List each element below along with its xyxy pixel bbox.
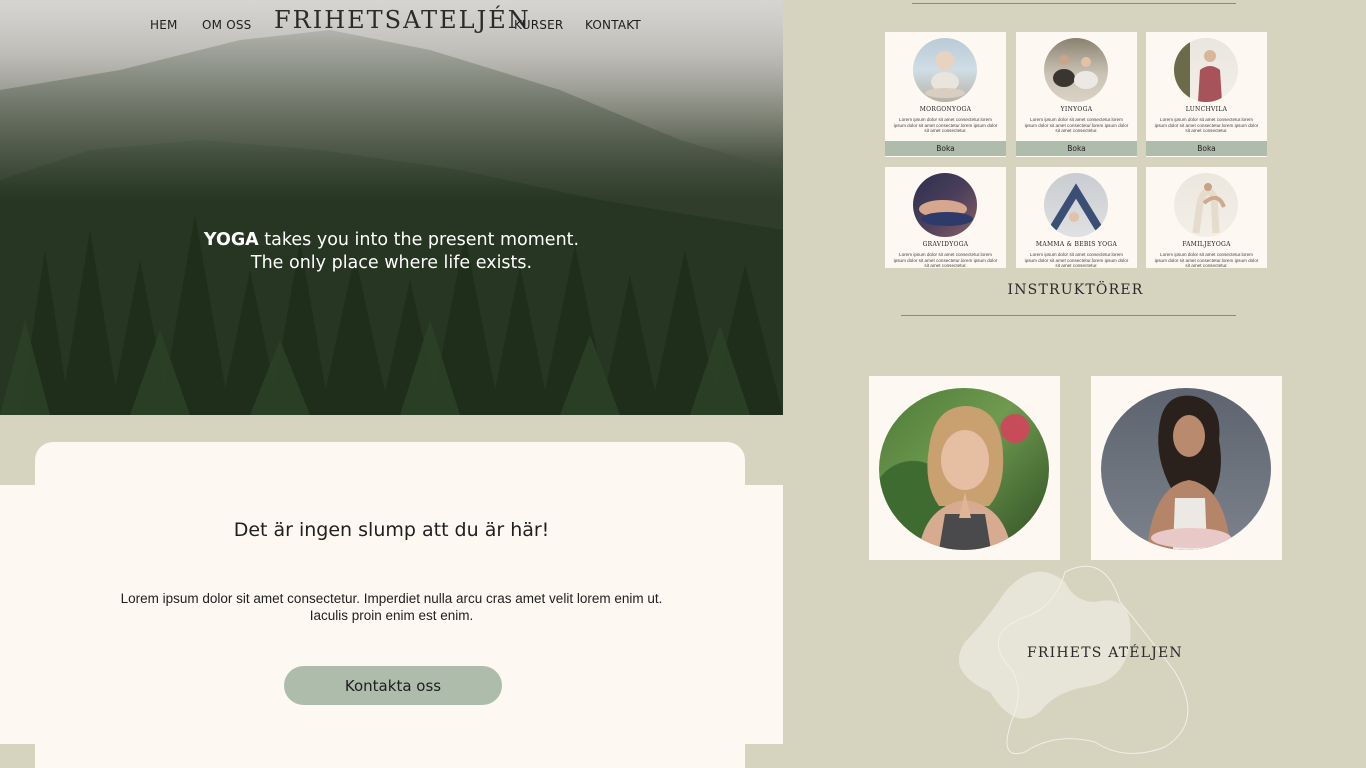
nav-link-hem[interactable]: HEM [150, 18, 178, 32]
hero-tagline-line2: The only place where life exists. [250, 253, 533, 273]
site-logo[interactable]: FRIHETSATELJÉN [274, 6, 531, 34]
course-name: YINYOGA [1060, 106, 1093, 113]
section-divider [912, 3, 1236, 4]
course-description: Lorem ipsum dolor sit amet consectetur.l… [1154, 252, 1259, 268]
course-photo [913, 38, 977, 102]
instructor-photo [1101, 388, 1271, 550]
course-photo [1174, 173, 1238, 237]
instructors-preview: INSTRUKTÖRER FRIHETS ATÉLJEN [785, 270, 1366, 768]
top-navigation: HEM OM OSS FRIHETSATELJÉN KURSER KONTAKT [0, 0, 783, 50]
courses-preview: MORGONYOGA Lorem ipsum dolor sit amet co… [785, 0, 1366, 268]
course-photo [1044, 173, 1108, 237]
course-name: MORGONYOGA [919, 106, 972, 113]
intro-title: Det är ingen slump att du är här! [233, 519, 550, 541]
book-button[interactable]: Boka [885, 141, 1006, 156]
course-name: FAMILJEYOGA [1182, 241, 1231, 248]
course-description: Lorem ipsum dolor sit amet consectetur.l… [1154, 117, 1259, 134]
book-button[interactable]: Boka [1016, 141, 1137, 156]
course-description: Lorem ipsum dolor sit amet consectetur.l… [1024, 252, 1129, 268]
course-name: GRAVIDYOGA [922, 241, 969, 248]
course-photo [1174, 38, 1238, 102]
course-description: Lorem ipsum dolor sit amet consectetur.l… [1024, 117, 1129, 134]
instructor-photo [879, 388, 1049, 550]
course-description: Lorem ipsum dolor sit amet consectetur.l… [893, 252, 998, 268]
decorative-blob [958, 565, 1189, 754]
footer-brand: FRIHETS ATÉLJEN [1027, 645, 1183, 661]
course-card-familjeyoga[interactable]: FAMILJEYOGA Lorem ipsum dolor sit amet c… [1146, 167, 1267, 268]
section-divider [901, 315, 1236, 316]
course-photo [1044, 38, 1108, 102]
hero-tagline-rest: takes you into the present moment. [258, 230, 580, 250]
course-card-morgonyoga[interactable]: MORGONYOGA Lorem ipsum dolor sit amet co… [885, 32, 1006, 157]
contact-us-button[interactable]: Kontakta oss [284, 666, 502, 705]
course-name: LUNCHVILA [1185, 106, 1228, 113]
course-card-mamma-bebis-yoga[interactable]: MAMMA & BEBIS YOGA Lorem ipsum dolor sit… [1016, 167, 1137, 268]
instructor-card-2[interactable] [1091, 376, 1282, 560]
intro-body: Lorem ipsum dolor sit amet consectetur. … [0, 590, 783, 624]
hero-tagline: YOGA takes you into the present moment. … [0, 229, 783, 275]
forest-illustration [0, 0, 783, 415]
book-button[interactable]: Boka [1146, 141, 1267, 156]
course-name: MAMMA & BEBIS YOGA [1035, 241, 1118, 248]
nav-link-om-oss[interactable]: OM OSS [202, 18, 252, 32]
course-card-gravidyoga[interactable]: GRAVIDYOGA Lorem ipsum dolor sit amet co… [885, 167, 1006, 268]
nav-link-kurser[interactable]: KURSER [514, 18, 563, 32]
nav-link-kontakt[interactable]: KONTAKT [585, 18, 641, 32]
course-photo [913, 173, 977, 237]
course-description: Lorem ipsum dolor sit amet consectetur.l… [893, 117, 998, 134]
course-card-yinyoga[interactable]: YINYOGA Lorem ipsum dolor sit amet conse… [1016, 32, 1137, 157]
intro-body-line1: Lorem ipsum dolor sit amet consectetur. … [120, 591, 663, 606]
course-card-lunchvila[interactable]: LUNCHVILA Lorem ipsum dolor sit amet con… [1146, 32, 1267, 157]
hero-tagline-bold: YOGA [203, 230, 259, 250]
hero-section: HEM OM OSS FRIHETSATELJÉN KURSER KONTAKT… [0, 0, 783, 415]
intro-body-line2: Iaculis proin enim est enim. [309, 608, 474, 623]
home-page-preview: HEM OM OSS FRIHETSATELJÉN KURSER KONTAKT… [0, 0, 783, 768]
instructor-card-1[interactable] [869, 376, 1060, 560]
instructors-title: INSTRUKTÖRER [1007, 282, 1144, 298]
